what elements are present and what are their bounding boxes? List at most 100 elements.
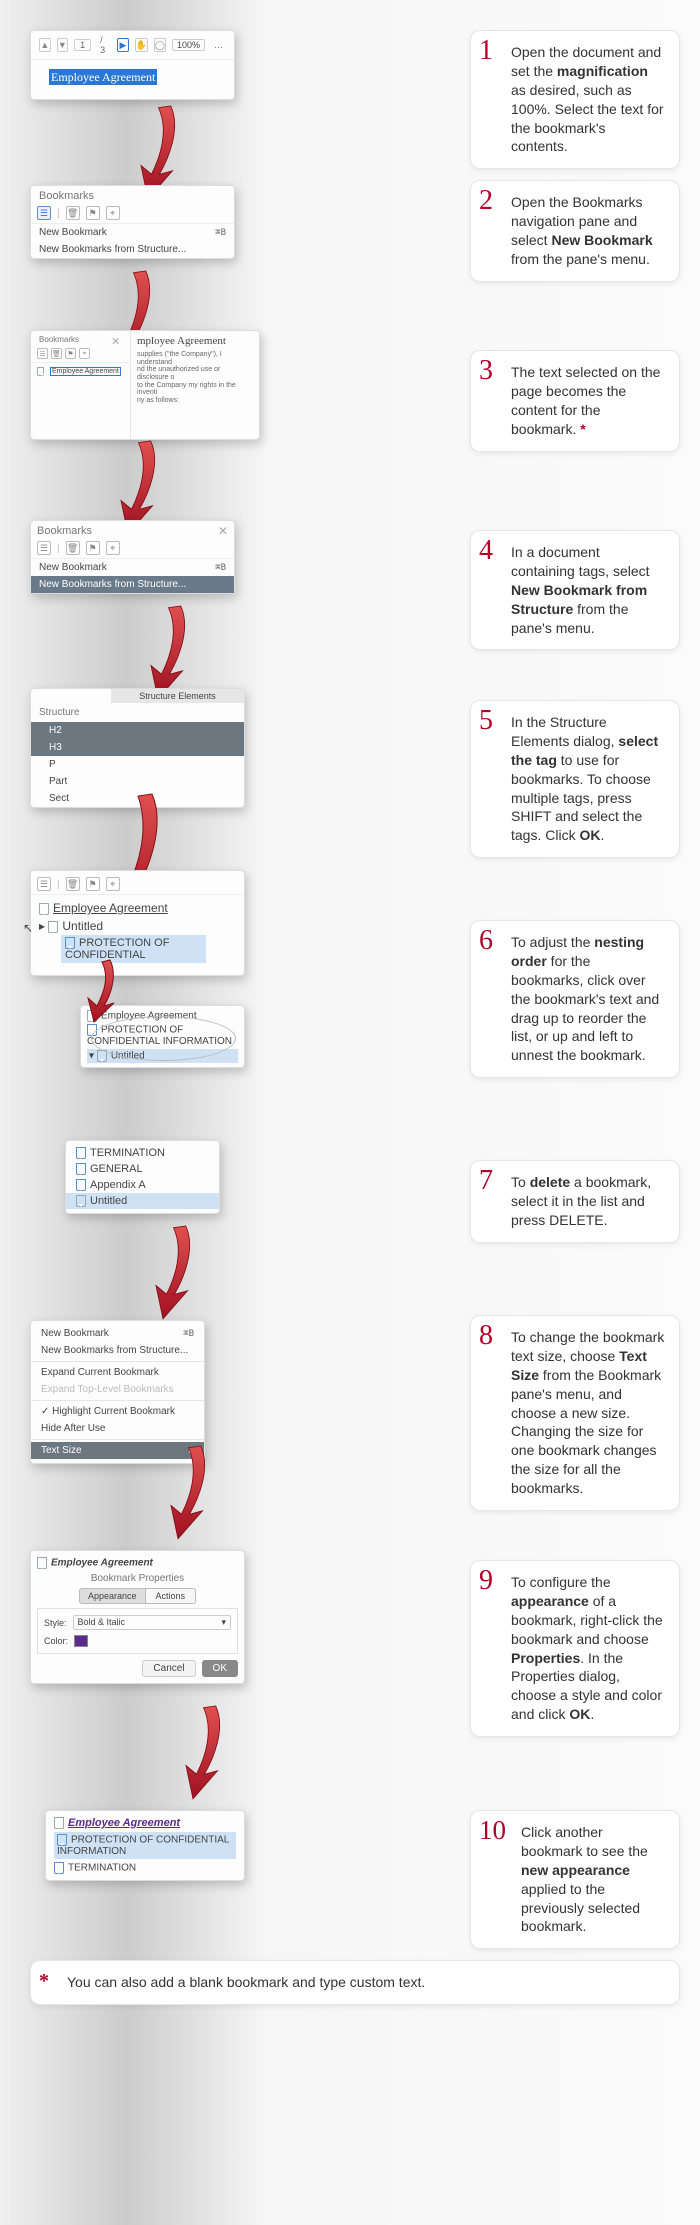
find-icon[interactable]: ⌖ xyxy=(106,877,120,891)
pane-menu: New Bookmark ⌘B New Bookmarks from Struc… xyxy=(31,224,234,258)
close-icon[interactable]: ✕ xyxy=(111,335,120,348)
page-up-icon[interactable]: ▲ xyxy=(39,38,51,52)
hand-icon[interactable]: ✋ xyxy=(135,38,148,52)
delete-icon[interactable]: 🗑 xyxy=(51,348,62,359)
row-untitled[interactable]: Untitled xyxy=(66,1193,219,1209)
menu-new-bookmark[interactable]: New Bookmark⌘B xyxy=(31,1325,204,1342)
menu-expand-current[interactable]: Expand Current Bookmark xyxy=(31,1364,204,1381)
bookmark-icon xyxy=(57,1834,67,1846)
bookmark-icon xyxy=(76,1147,86,1159)
menu-new-from-structure[interactable]: New Bookmarks from Structure... xyxy=(31,241,234,258)
row-general[interactable]: GENERAL xyxy=(66,1161,219,1177)
page-down-icon[interactable]: ▼ xyxy=(57,38,69,52)
pane-title: Bookmarks xyxy=(37,525,92,537)
step-9: 9 To configure the appearance of a bookm… xyxy=(470,1560,680,1737)
pane-menu-icon[interactable]: ☰ xyxy=(37,206,51,220)
bookmarks-shot-2: Bookmarks ☰ | 🗑 ⚑ ⌖ New Bookmark ⌘B New … xyxy=(30,185,235,259)
pane-toolbar: ☰ 🗑 ⚑ ⌖ xyxy=(31,348,130,363)
more-icon[interactable]: … xyxy=(211,40,226,50)
bookmarks-shot-4: Bookmarks ✕ ☰ | 🗑 ⚑ ⌖ New Bookmark ⌘B Ne… xyxy=(30,520,235,594)
pane-menu-icon[interactable]: ☰ xyxy=(37,877,51,891)
bookmark-icon xyxy=(65,937,75,949)
step-text: To delete a bookmark, select it in the l… xyxy=(511,1174,651,1228)
tag-h3[interactable]: H3 xyxy=(31,739,244,756)
cancel-button[interactable]: Cancel xyxy=(142,1660,195,1677)
separator xyxy=(31,1400,204,1401)
ok-button[interactable]: OK xyxy=(202,1660,238,1677)
step-4: 4 In a document containing tags, select … xyxy=(470,530,680,650)
zoom-icon[interactable]: ◯ xyxy=(154,38,166,52)
bmk-protection[interactable]: PROTECTION OF CONFIDENTIAL INFORMATION xyxy=(54,1832,236,1859)
step-8: 8 To change the bookmark text size, choo… xyxy=(470,1315,680,1511)
bookmark-icon xyxy=(54,1862,64,1874)
step-number: 3 xyxy=(479,357,493,385)
zoom-field[interactable]: 100% xyxy=(172,39,205,51)
bmk-ea[interactable]: Employee Agreement xyxy=(39,901,236,915)
menu-new-from-structure[interactable]: New Bookmarks from Structure... xyxy=(31,1342,204,1359)
tab-actions[interactable]: Actions xyxy=(146,1588,197,1604)
bmk-ea[interactable]: Employee Agreement xyxy=(37,1557,238,1569)
row-appendix[interactable]: Appendix A xyxy=(66,1177,219,1193)
step-number: 9 xyxy=(479,1567,493,1595)
bmk-termination[interactable]: TERMINATION xyxy=(54,1862,236,1874)
nesting-shot-6: ☰ | 🗑 ⚑ ⌖ Employee Agreement ↖ ▸ Untitle… xyxy=(30,870,245,976)
pane-menu-icon[interactable]: ☰ xyxy=(37,541,51,555)
doc-body: supplies ("the Company"), I understand n… xyxy=(137,351,253,405)
delete-icon[interactable]: 🗑 xyxy=(66,541,80,555)
pane-toolbar: ☰ | 🗑 ⚑ ⌖ xyxy=(31,871,244,895)
tab-appearance[interactable]: Appearance xyxy=(79,1588,146,1604)
step-6: 6 To adjust the nesting order for the bo… xyxy=(470,920,680,1078)
row-termination[interactable]: TERMINATION xyxy=(66,1145,219,1161)
bookmark-icon xyxy=(48,921,58,933)
bookmark-icon xyxy=(76,1195,86,1207)
tag-p[interactable]: P xyxy=(31,756,244,773)
delete-icon[interactable]: 🗑 xyxy=(66,877,80,891)
menu-highlight[interactable]: ✓ Highlight Current Bookmark xyxy=(31,1403,204,1420)
step-number: 8 xyxy=(479,1322,493,1350)
bmk-styled[interactable]: Employee Agreement xyxy=(54,1817,236,1829)
find-icon[interactable]: ⌖ xyxy=(106,541,120,555)
delete-icon[interactable]: 🗑 xyxy=(66,206,80,220)
step-2: 2 Open the Bookmarks navigation pane and… xyxy=(470,180,680,282)
select-cursor-icon[interactable]: ▶ xyxy=(117,38,129,52)
pane-toolbar: ☰ | 🗑 ⚑ ⌖ xyxy=(31,541,234,559)
page-number[interactable]: 1 xyxy=(74,39,91,51)
page-total: / 3 xyxy=(97,35,111,55)
new-bookmark-icon[interactable]: ⚑ xyxy=(86,541,100,555)
new-bookmark-icon[interactable]: ⚑ xyxy=(65,348,76,359)
step-text: To adjust the nesting order for the book… xyxy=(511,934,659,1063)
bookmark-icon xyxy=(76,1179,86,1191)
menu-new-bookmark[interactable]: New Bookmark ⌘B xyxy=(31,224,234,241)
step-text: To configure the appearance of a bookmar… xyxy=(511,1574,663,1722)
new-bookmark-icon[interactable]: ⚑ xyxy=(86,206,100,220)
bmk-untitled[interactable]: ↖ ▸ Untitled xyxy=(39,919,236,933)
pane-menu-icon[interactable]: ☰ xyxy=(37,348,48,359)
find-icon[interactable]: ⌖ xyxy=(106,206,120,220)
viewer-shot-1: ▲ ▼ 1 / 3 ▶ ✋ ◯ 100% … Employee Agreemen… xyxy=(30,30,235,100)
footnote-text: You can also add a blank bookmark and ty… xyxy=(67,1974,425,1990)
new-bookmark-icon[interactable]: ⚑ xyxy=(86,877,100,891)
tag-part[interactable]: Part xyxy=(31,773,244,790)
style-select[interactable]: Bold & Italic▾ xyxy=(73,1615,231,1630)
step-1: 1 Open the document and set the magnific… xyxy=(470,30,680,169)
menu-new-from-structure[interactable]: New Bookmarks from Structure... xyxy=(31,576,234,593)
step-text: Open the document and set the magnificat… xyxy=(511,44,664,154)
bookmark-item[interactable]: Employee Agreement xyxy=(31,363,130,380)
tag-h2[interactable]: H2 xyxy=(31,722,244,739)
step-number: 6 xyxy=(479,927,493,955)
find-icon[interactable]: ⌖ xyxy=(79,348,90,359)
bookmarks-shot-3: Bookmarks ✕ ☰ 🗑 ⚑ ⌖ Employee Agreement m… xyxy=(30,330,260,440)
step-5: 5 In the Structure Elements dialog, sele… xyxy=(470,700,680,858)
bookmark-icon xyxy=(54,1817,64,1829)
bookmark-icon xyxy=(37,1557,47,1569)
color-swatch[interactable] xyxy=(74,1635,88,1647)
selected-text[interactable]: Employee Agreement xyxy=(49,69,157,85)
bookmark-icon xyxy=(76,1163,86,1175)
close-icon[interactable]: ✕ xyxy=(218,524,228,538)
bookmark-icon xyxy=(37,367,44,376)
dialog-title: Bookmark Properties xyxy=(37,1573,238,1584)
dialog-title: Structure Elements xyxy=(111,689,244,703)
pane-title: Bookmarks xyxy=(31,186,234,206)
style-label: Style: xyxy=(44,1618,67,1628)
menu-new-bookmark[interactable]: New Bookmark ⌘B xyxy=(31,559,234,576)
